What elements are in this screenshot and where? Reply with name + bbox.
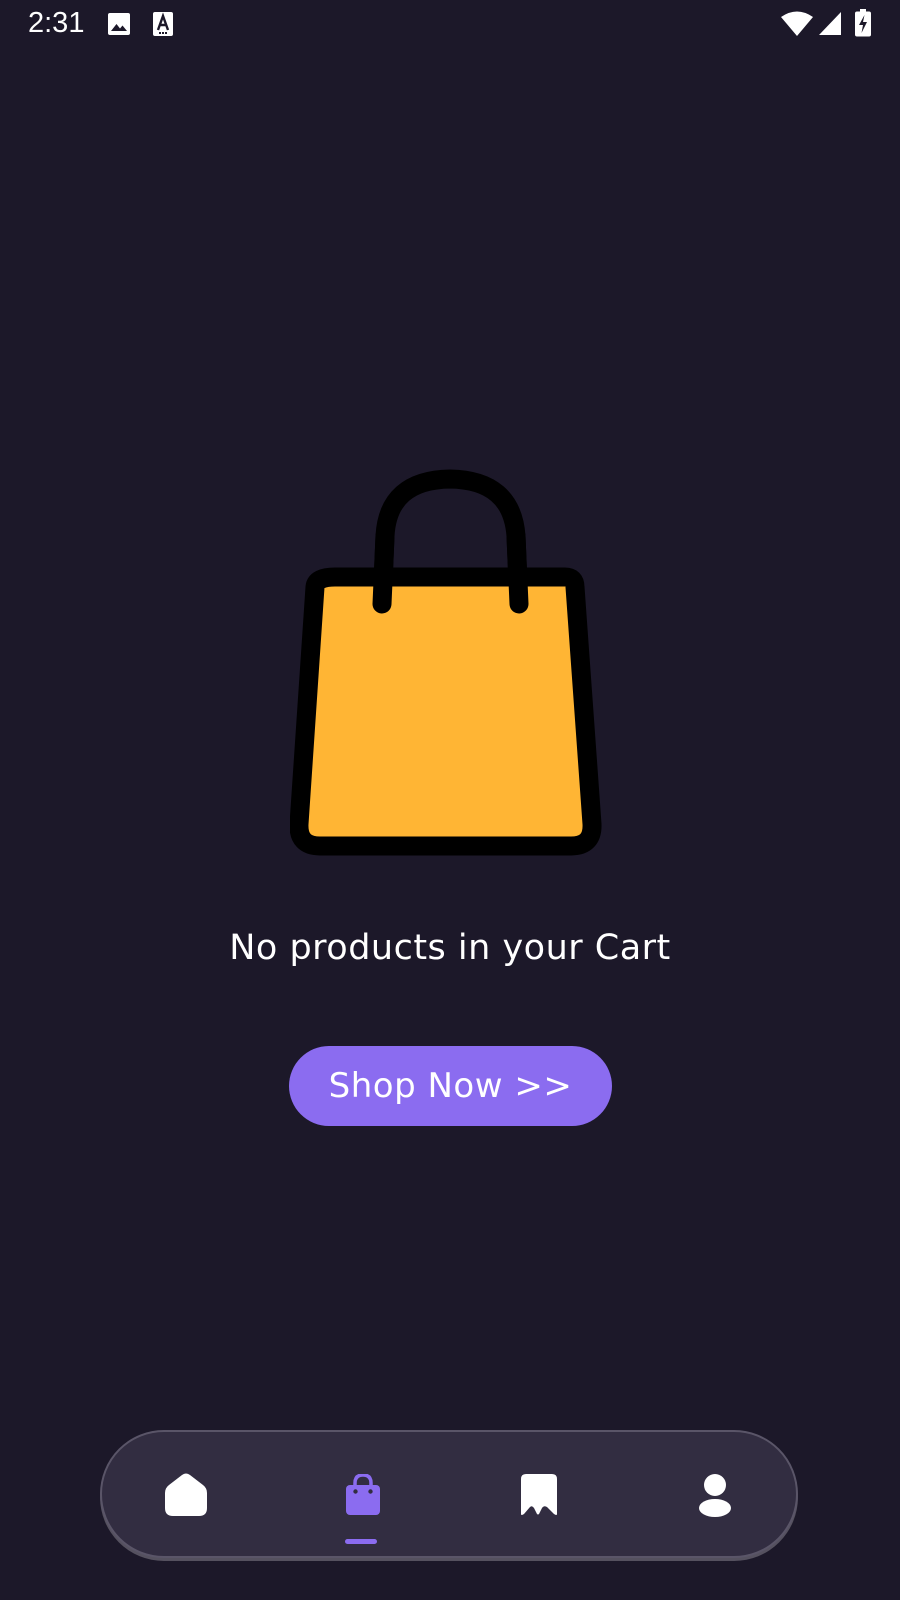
nav-item-profile[interactable] [680,1462,750,1532]
shop-now-button[interactable]: Shop Now >> [289,1046,612,1126]
active-tab-indicator [345,1539,377,1544]
text-a-icon [152,11,174,41]
wifi-icon [780,11,814,41]
empty-cart-message: No products in your Cart [229,928,671,968]
nav-item-home[interactable] [151,1462,221,1532]
image-icon [107,12,131,40]
shopping-bag-icon [345,1473,381,1520]
nav-item-bookmarks[interactable] [504,1462,574,1532]
signal-icon [818,11,842,40]
shopping-bag-icon [289,462,610,872]
bottom-navigation-bar [100,1430,798,1558]
bookmark-icon [520,1473,558,1521]
user-icon [698,1473,732,1521]
nav-item-cart[interactable] [328,1462,398,1532]
battery-charging-icon [855,9,871,41]
status-bar: 2:31 [0,0,900,50]
home-icon [163,1473,209,1521]
status-time: 2:31 [28,7,85,39]
cart-screen: 2:31 No products in your Cart Shop Now >… [0,0,900,1600]
